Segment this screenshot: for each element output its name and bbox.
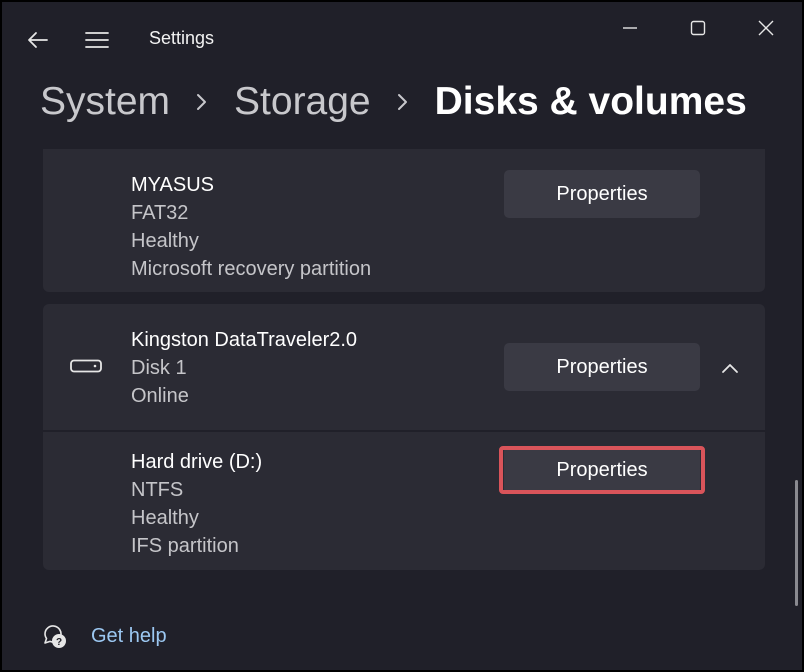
scrollbar-thumb[interactable] (795, 480, 798, 606)
highlight-box (499, 446, 705, 494)
title-bar: Settings (2, 2, 802, 78)
get-help-link[interactable]: Get help (91, 625, 167, 648)
volume-card-myasus: MYASUS FAT32 Healthy Microsoft recovery … (43, 149, 765, 292)
breadcrumb: System Storage Disks & volumes (40, 74, 747, 130)
hamburger-menu-icon (85, 32, 109, 48)
window-title: Settings (149, 28, 215, 48)
drive-icon (69, 354, 103, 378)
properties-button-myasus[interactable]: Properties (504, 170, 700, 218)
back-button[interactable] (22, 24, 54, 56)
properties-button-disk[interactable]: Properties (504, 343, 700, 391)
volume-info: MYASUS FAT32 Healthy Microsoft recovery … (131, 171, 371, 283)
chevron-right-icon (397, 94, 407, 110)
minimize-icon (623, 27, 637, 29)
disk-info: Kingston DataTraveler2.0 Disk 1 Online (131, 326, 357, 410)
maximize-button[interactable] (678, 10, 718, 46)
breadcrumb-separator (371, 74, 435, 130)
settings-window: Settings System Storage Disks & volumes … (2, 2, 802, 670)
breadcrumb-storage[interactable]: Storage (234, 80, 371, 124)
breadcrumb-system[interactable]: System (40, 80, 170, 124)
volume-type: Microsoft recovery partition (131, 258, 372, 280)
breadcrumb-separator (170, 74, 234, 130)
volume-name: MYASUS (131, 174, 214, 196)
svg-text:?: ? (56, 637, 62, 648)
volume-filesystem: FAT32 (131, 202, 189, 224)
help-chat-icon: ? (40, 622, 70, 652)
disk-status: Online (131, 385, 189, 407)
maximize-icon (690, 20, 706, 36)
volume-filesystem: NTFS (131, 479, 184, 501)
close-icon (758, 20, 774, 36)
close-button[interactable] (746, 10, 786, 46)
collapse-disk-button[interactable] (713, 354, 747, 382)
volume-health: Healthy (131, 230, 199, 252)
volume-name: Hard drive (D:) (131, 451, 263, 473)
volume-health: Healthy (131, 507, 199, 529)
volume-type: IFS partition (131, 535, 239, 557)
back-arrow-icon (28, 32, 48, 48)
navigation-menu-button[interactable] (80, 24, 114, 56)
breadcrumb-disks-volumes: Disks & volumes (434, 80, 747, 123)
minimize-button[interactable] (610, 10, 650, 46)
divider (43, 430, 765, 432)
disk-name: Kingston DataTraveler2.0 (131, 329, 358, 351)
volume-info: Hard drive (D:) NTFS Healthy IFS partiti… (131, 448, 262, 560)
disk-card-kingston: Kingston DataTraveler2.0 Disk 1 Online P… (43, 304, 765, 570)
disk-number: Disk 1 (131, 357, 187, 379)
chevron-up-icon (722, 364, 738, 373)
chevron-right-icon (197, 94, 207, 110)
